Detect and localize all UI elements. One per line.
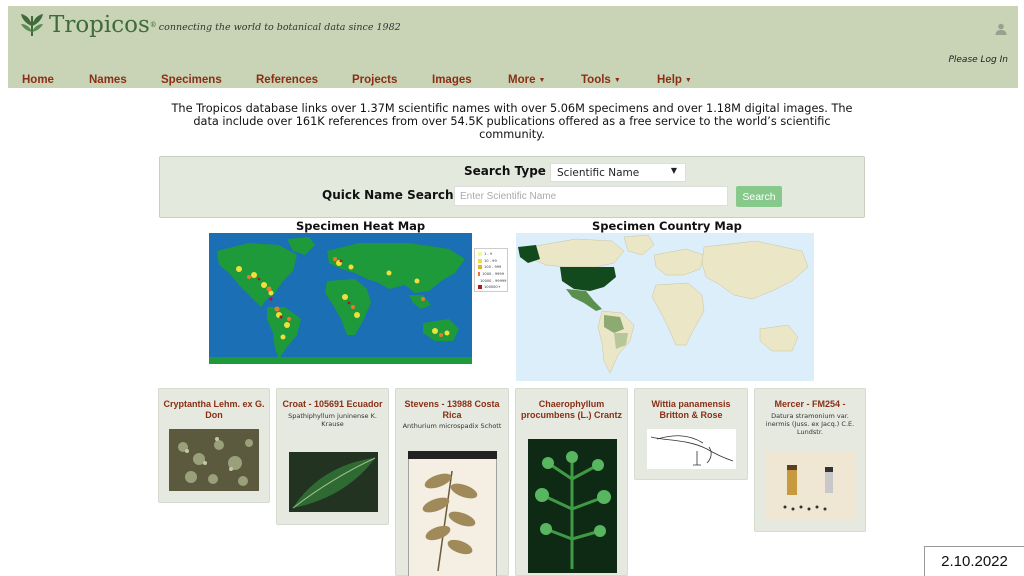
nav-label: Projects xyxy=(352,74,398,86)
card-subtitle: Datura stramonium var. inermis (Juss. ex… xyxy=(765,411,855,436)
legend-label: 100000+ xyxy=(484,285,501,290)
nav-projects[interactable]: Projects xyxy=(352,74,397,86)
featured-card[interactable]: Wittia panamensis Britton & Rose xyxy=(634,388,748,480)
featured-card[interactable]: Stevens - 13988 Costa Rica Anthurium mic… xyxy=(395,388,509,576)
plant-photo-image xyxy=(169,429,259,491)
featured-card[interactable]: Mercer - FM254 - Datura stramonium var. … xyxy=(754,388,866,532)
tropicos-logo[interactable]: Tropicos® connecting the world to botani… xyxy=(18,12,401,38)
caret-down-icon: ▼ xyxy=(613,77,621,84)
card-subtitle: Anthurium microspadix Schott xyxy=(402,422,502,430)
seed-collection-image xyxy=(765,451,855,519)
tagline: connecting the world to botanical data s… xyxy=(158,22,401,33)
quick-name-search-input[interactable] xyxy=(454,186,728,206)
botanical-drawing-image xyxy=(647,429,736,469)
nav-label: Names xyxy=(89,74,127,86)
date-stamp: 2.10.2022 xyxy=(924,546,1024,576)
nav-specimens[interactable]: Specimens xyxy=(161,74,222,86)
nav-label: Home xyxy=(22,74,54,86)
legend-swatch xyxy=(478,272,481,277)
nav-home[interactable]: Home xyxy=(22,74,54,86)
heat-map-title: Specimen Heat Map xyxy=(296,219,426,233)
nav-label: Specimens xyxy=(161,74,222,86)
herbarium-specimen-image xyxy=(408,451,497,576)
fern-photo-image xyxy=(528,439,617,573)
search-type-value: Scientific Name xyxy=(557,167,640,179)
legend-row: 10000 - 99999 xyxy=(478,277,507,284)
nav-references[interactable]: References xyxy=(256,74,318,86)
specimen-heat-map[interactable] xyxy=(209,233,472,364)
login-link[interactable]: Please Log In xyxy=(948,55,1008,65)
user-icon[interactable] xyxy=(994,22,1008,36)
nav-names[interactable]: Names xyxy=(89,74,127,86)
legend-label: 1 - 9 xyxy=(484,252,493,257)
card-title: Stevens - 13988 Costa Rica xyxy=(404,399,500,420)
caret-down-icon: ▼ xyxy=(538,77,546,84)
search-type-select[interactable]: Scientific Name ▼ xyxy=(550,163,686,182)
nav-label: Tools xyxy=(581,74,611,86)
legend-swatch xyxy=(478,258,482,263)
site-header: Tropicos® connecting the world to botani… xyxy=(8,6,1018,88)
legend-swatch xyxy=(478,285,482,290)
nav-more[interactable]: More ▼ xyxy=(508,74,545,86)
leaf-photo-image xyxy=(289,452,378,512)
legend-row: 1000 - 9999 xyxy=(478,271,504,278)
card-subtitle: Spathiphyllum juninense K. Krause xyxy=(288,411,377,428)
nav-label: References xyxy=(256,74,319,86)
nav-help[interactable]: Help ▼ xyxy=(657,74,692,86)
nav-label: Help xyxy=(657,74,682,86)
legend-row: 100 - 999 xyxy=(478,264,504,271)
legend-label: 100 - 999 xyxy=(484,265,502,270)
legend-swatch xyxy=(478,265,482,270)
nav-label: Images xyxy=(432,74,472,86)
legend-row: 1 - 9 xyxy=(478,251,504,258)
featured-card[interactable]: Chaerophyllum procumbens (L.) Crantz xyxy=(515,388,628,576)
legend-label: 10 - 99 xyxy=(484,258,497,263)
featured-card[interactable]: Cryptantha Lehm. ex G. Don xyxy=(158,388,270,503)
card-title: Chaerophyllum procumbens (L.) Crantz xyxy=(520,399,622,420)
legend-swatch xyxy=(478,252,482,257)
legend-row: 10 - 99 xyxy=(478,258,504,265)
search-panel: Search Type Scientific Name ▼ Quick Name… xyxy=(159,156,865,218)
quick-name-search-label: Quick Name Search xyxy=(322,188,454,202)
search-type-label: Search Type xyxy=(464,164,546,178)
legend-label: 10000 - 99999 xyxy=(480,278,507,283)
page: Tropicos® connecting the world to botani… xyxy=(0,0,1024,576)
search-button[interactable]: Search xyxy=(736,186,782,207)
logo-name: Tropicos® xyxy=(49,12,157,38)
card-title: Mercer - FM254 - xyxy=(774,399,846,409)
card-title: Wittia panamensis Britton & Rose xyxy=(651,399,731,420)
heat-map-legend: 1 - 9 10 - 99 100 - 999 1000 - 9999 10000 - … xyxy=(474,248,508,292)
card-title: Croat - 105691 Ecuador xyxy=(282,399,383,409)
specimen-country-map[interactable] xyxy=(516,233,814,381)
legend-label: 1000 - 9999 xyxy=(482,272,504,277)
registered-mark: ® xyxy=(149,21,157,29)
intro-text: The Tropicos database links over 1.37M s… xyxy=(171,102,853,141)
caret-down-icon: ▼ xyxy=(684,77,692,84)
featured-card[interactable]: Croat - 105691 Ecuador Spathiphyllum jun… xyxy=(276,388,389,525)
nav-images[interactable]: Images xyxy=(432,74,472,86)
nav-label: More xyxy=(508,74,536,86)
country-map-title: Specimen Country Map xyxy=(592,219,742,233)
chevron-down-icon: ▼ xyxy=(670,166,677,175)
card-title: Cryptantha Lehm. ex G. Don xyxy=(163,399,265,420)
legend-row: 100000+ xyxy=(478,284,504,291)
leaf-logo-icon xyxy=(21,14,43,36)
nav-tools[interactable]: Tools ▼ xyxy=(581,74,621,86)
